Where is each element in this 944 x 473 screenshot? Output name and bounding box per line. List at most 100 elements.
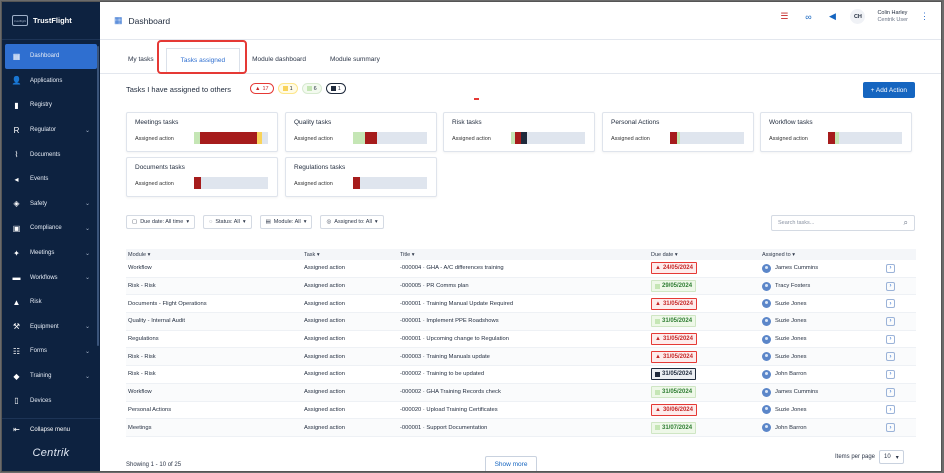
open-task-button[interactable]: ›: [886, 352, 895, 362]
per-page-select[interactable]: 10 ▾: [879, 450, 904, 464]
filter-status[interactable]: ◌ Status: All ▾: [203, 215, 252, 229]
table-row[interactable]: Quality - Internal Audit Assigned action -…: [126, 313, 916, 331]
task-card-documents-tasks[interactable]: Documents tasks Assigned action: [126, 157, 278, 197]
cell-title[interactable]: -000001 · Support Documentation: [400, 425, 651, 431]
sidebar-item-training[interactable]: ◆ Training ⌄: [2, 364, 100, 389]
collapse-menu-label: Collapse menu: [30, 426, 71, 433]
sidebar-item-applications[interactable]: 👤 Applications: [2, 69, 100, 94]
wrench-icon: ⚒: [12, 322, 21, 332]
bar-segment-overdue: [364, 132, 377, 144]
cell-due: ▲ 31/05/2024: [651, 297, 762, 310]
task-card-meetings-tasks[interactable]: Meetings tasks Assigned action: [126, 112, 278, 152]
open-task-button[interactable]: ›: [886, 369, 895, 379]
due-date-text: 24/05/2024: [662, 265, 693, 272]
open-task-button[interactable]: ›: [886, 387, 895, 397]
open-task-button[interactable]: ›: [886, 316, 895, 326]
table-row[interactable]: Regulations Assigned action -000001 · Upco…: [126, 331, 916, 349]
cell-title[interactable]: -000001 · Implement PPE Roadshows: [400, 318, 651, 324]
sidebar-item-devices[interactable]: ▯ Devices: [2, 388, 100, 413]
user-info[interactable]: Colin Harley Centrik User: [877, 10, 908, 24]
sidebar-item-safety[interactable]: ◈ Safety ⌄: [2, 192, 100, 217]
table-row[interactable]: Risk - Risk Assigned action -000002 · Trai…: [126, 366, 916, 384]
cell-title[interactable]: -000003 · Training Manuals update: [400, 354, 651, 360]
collapse-menu-button[interactable]: ⇤ Collapse menu: [2, 418, 100, 440]
avatar[interactable]: CH: [850, 9, 866, 24]
sidebar-item-label: Dashboard: [30, 53, 60, 60]
col-assigned-header[interactable]: Assigned to ▾: [762, 252, 886, 258]
sidebar-item-documents[interactable]: ⌇ Documents: [2, 142, 100, 167]
open-task-button[interactable]: ›: [886, 405, 895, 415]
ok-badge[interactable]: 6: [301, 83, 322, 94]
table-row[interactable]: Workflow Assigned action -000004 · GHA - A…: [126, 260, 916, 278]
show-more-button[interactable]: Show more: [485, 456, 537, 471]
link-icon[interactable]: ∞: [802, 12, 814, 22]
task-card-quality-tasks[interactable]: Quality tasks Assigned action: [285, 112, 437, 152]
bar-segment-overdue: [353, 177, 360, 189]
sidebar-item-forms[interactable]: ☷ Forms ⌄: [2, 339, 100, 364]
table-row[interactable]: Workflow Assigned action -000002 · GHA Tra…: [126, 383, 916, 402]
task-card-risk-tasks[interactable]: Risk tasks Assigned action: [443, 112, 595, 152]
cell-assignee: Suzie Jones: [762, 334, 886, 344]
cell-title[interactable]: -000002 · Training to be updated: [400, 371, 651, 377]
add-action-button[interactable]: + Add Action: [862, 82, 915, 98]
cell-title[interactable]: -000001 · Training Manual Update Require…: [400, 301, 651, 307]
task-card-regulations-tasks[interactable]: Regulations tasks Assigned action: [285, 157, 437, 197]
cell-title[interactable]: -000005 · PR Comms plan: [400, 283, 651, 289]
due-soon-badge[interactable]: 1: [277, 83, 298, 94]
chevron-down-icon: ▾: [303, 219, 307, 225]
filter-due-date[interactable]: ▢ Due date: All time ▾: [126, 215, 196, 229]
search-input[interactable]: Search tasks... ⌕: [771, 215, 915, 231]
overdue-badge[interactable]: ▲ 17: [250, 83, 274, 94]
tab-module-dashboard[interactable]: Module dashboard: [240, 56, 318, 73]
col-title-header[interactable]: Title ▾: [400, 252, 651, 258]
tab-module-summary[interactable]: Module summary: [318, 56, 392, 73]
table-row[interactable]: Risk - Risk Assigned action -000003 · Trai…: [126, 348, 916, 367]
bar-segment-ok: [676, 132, 681, 144]
col-task-header[interactable]: Task ▾: [304, 252, 400, 258]
assignee-name: Suzie Jones: [775, 318, 807, 325]
sidebar-item-dashboard[interactable]: ▦ Dashboard: [5, 44, 97, 69]
sidebar-item-events[interactable]: ◂ Events: [2, 167, 100, 192]
dashboard-icon: ▦: [114, 15, 123, 25]
workflow-icon: ▬: [12, 273, 21, 283]
due-date-text: 31/07/2024: [662, 424, 693, 431]
table-row[interactable]: Personal Actions Assigned action -000020 ·…: [126, 402, 916, 420]
due-date-badge: 31/05/2024: [651, 315, 697, 328]
sidebar-item-compliance[interactable]: ▣ Compliance ⌄: [2, 216, 100, 241]
cell-title[interactable]: -000020 · Upload Training Certificates: [400, 407, 651, 413]
col-module-header[interactable]: Module ▾: [126, 252, 304, 258]
cell-title[interactable]: -000001 · Upcoming change to Regulation: [400, 336, 651, 342]
sidebar-item-regulator[interactable]: R Regulator ⌄: [2, 118, 100, 143]
no-date-count: 1: [337, 85, 341, 92]
open-task-button[interactable]: ›: [886, 423, 895, 433]
open-task-button[interactable]: ›: [886, 299, 895, 309]
app-window: trustflight TrustFlight ▦ Dashboard 👤 Appli…: [1, 1, 942, 472]
filter-module[interactable]: ▤ Module: All ▾: [259, 215, 313, 229]
sidebar-item-equipment[interactable]: ⚒ Equipment ⌄: [2, 315, 100, 340]
search-icon: ⌕: [903, 218, 908, 227]
open-task-button[interactable]: ›: [886, 263, 895, 273]
sidebar-item-registry[interactable]: ▮ Registry: [2, 93, 100, 118]
brand[interactable]: trustflight TrustFlight: [2, 2, 100, 40]
due-date-text: 31/05/2024: [662, 318, 693, 325]
more-options-icon[interactable]: ⋮: [920, 11, 929, 22]
task-card-workflow-tasks[interactable]: Workflow tasks Assigned action: [760, 112, 912, 152]
sidebar-item-meetings[interactable]: ✦ Meetings ⌄: [2, 241, 100, 266]
task-card-personal-actions[interactable]: Personal Actions Assigned action: [602, 112, 754, 152]
sidebar-scrollbar[interactable]: [97, 46, 99, 346]
open-task-button[interactable]: ›: [886, 334, 895, 344]
user-role: Centrik User: [877, 16, 908, 23]
col-due-header[interactable]: Due date ▾: [651, 252, 762, 258]
sidebar-item-risk[interactable]: ▲ Risk: [2, 290, 100, 315]
cell-title[interactable]: -000004 · GHA - A/C differences training: [400, 265, 651, 271]
sidebar-item-workflows[interactable]: ▬ Workflows ⌄: [2, 265, 100, 290]
cell-title[interactable]: -000002 · GHA Training Records check: [400, 389, 651, 395]
table-row[interactable]: Risk - Risk Assigned action -000005 · PR C…: [126, 277, 916, 296]
table-row[interactable]: Meetings Assigned action -000001 · Support…: [126, 419, 916, 437]
no-date-badge[interactable]: 1: [325, 83, 346, 94]
filter-assigned-to[interactable]: ◎ Assigned to: All ▾: [320, 215, 384, 229]
open-task-button[interactable]: ›: [886, 281, 895, 291]
table-row[interactable]: Documents - Flight Operations Assigned ac…: [126, 295, 916, 314]
announcement-icon[interactable]: ◀: [826, 11, 838, 22]
stack-icon[interactable]: ☰: [778, 11, 790, 22]
